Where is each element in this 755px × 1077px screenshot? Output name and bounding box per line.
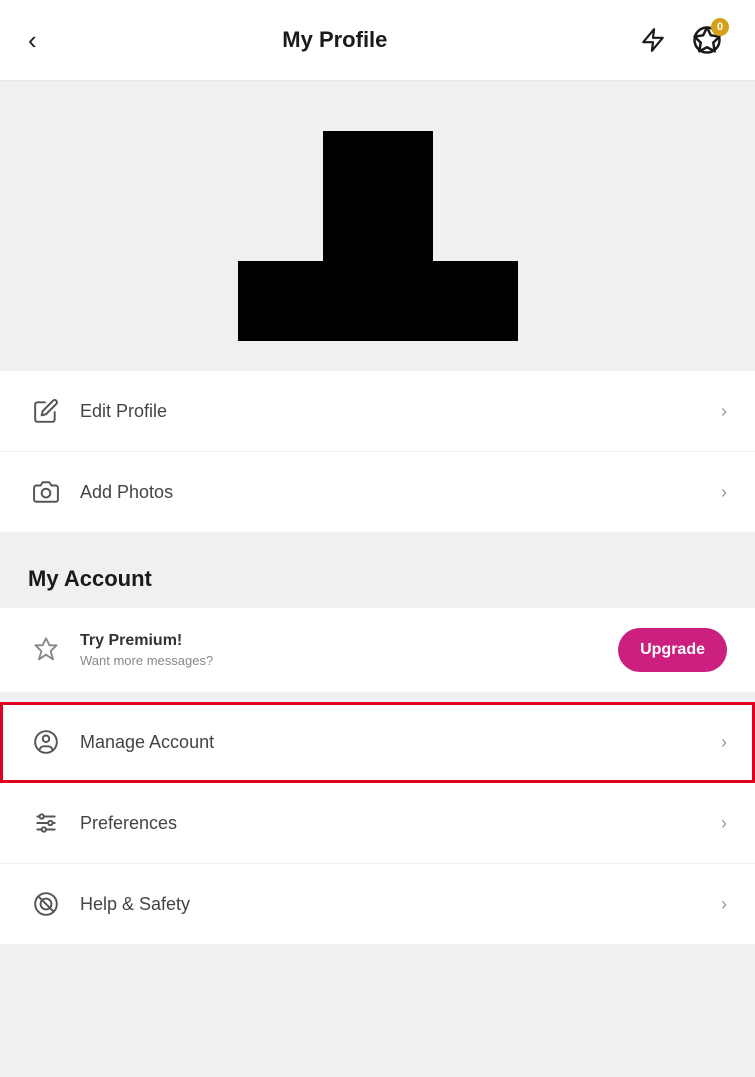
favorites-icon-button[interactable]: 0 — [687, 20, 727, 60]
shield-icon — [28, 886, 64, 922]
premium-text-block: Try Premium! Want more messages? — [80, 632, 618, 668]
upgrade-button[interactable]: Upgrade — [618, 628, 727, 672]
help-safety-item[interactable]: Help & Safety › — [0, 864, 755, 944]
profile-section — [0, 81, 755, 371]
header-left: ‹ — [28, 25, 37, 56]
page-title: My Profile — [282, 27, 387, 53]
add-photos-label: Add Photos — [80, 482, 721, 503]
add-photos-chevron: › — [721, 482, 727, 503]
preferences-chevron: › — [721, 813, 727, 834]
premium-banner: Try Premium! Want more messages? Upgrade — [0, 608, 755, 692]
person-circle-icon — [28, 724, 64, 760]
manage-account-item[interactable]: Manage Account › — [0, 702, 755, 783]
manage-account-chevron: › — [721, 732, 727, 753]
help-safety-chevron: › — [721, 894, 727, 915]
silhouette-head — [323, 131, 433, 261]
profile-silhouette — [238, 131, 518, 341]
back-button[interactable]: ‹ — [28, 25, 37, 56]
edit-profile-label: Edit Profile — [80, 401, 721, 422]
diamond-icon — [28, 632, 64, 668]
camera-icon — [28, 474, 64, 510]
header: ‹ My Profile 0 — [0, 0, 755, 81]
avatar — [278, 121, 478, 341]
edit-profile-chevron: › — [721, 401, 727, 422]
profile-menu-section: Edit Profile › Add Photos › — [0, 371, 755, 532]
my-account-title: My Account — [28, 566, 727, 592]
preferences-item[interactable]: Preferences › — [0, 783, 755, 864]
flash-icon-button[interactable] — [633, 20, 673, 60]
help-safety-label: Help & Safety — [80, 894, 721, 915]
manage-account-label: Manage Account — [80, 732, 721, 753]
pencil-icon — [28, 393, 64, 429]
add-photos-item[interactable]: Add Photos › — [0, 452, 755, 532]
sliders-icon — [28, 805, 64, 841]
my-account-section-header: My Account — [0, 542, 755, 608]
edit-profile-item[interactable]: Edit Profile › — [0, 371, 755, 452]
premium-title: Try Premium! — [80, 632, 618, 650]
account-menu-section: Manage Account › Preferences › Help & Sa… — [0, 702, 755, 944]
header-right: 0 — [633, 20, 727, 60]
silhouette-shoulders — [238, 261, 518, 341]
notification-badge: 0 — [711, 18, 729, 36]
premium-subtitle: Want more messages? — [80, 653, 618, 668]
preferences-label: Preferences — [80, 813, 721, 834]
